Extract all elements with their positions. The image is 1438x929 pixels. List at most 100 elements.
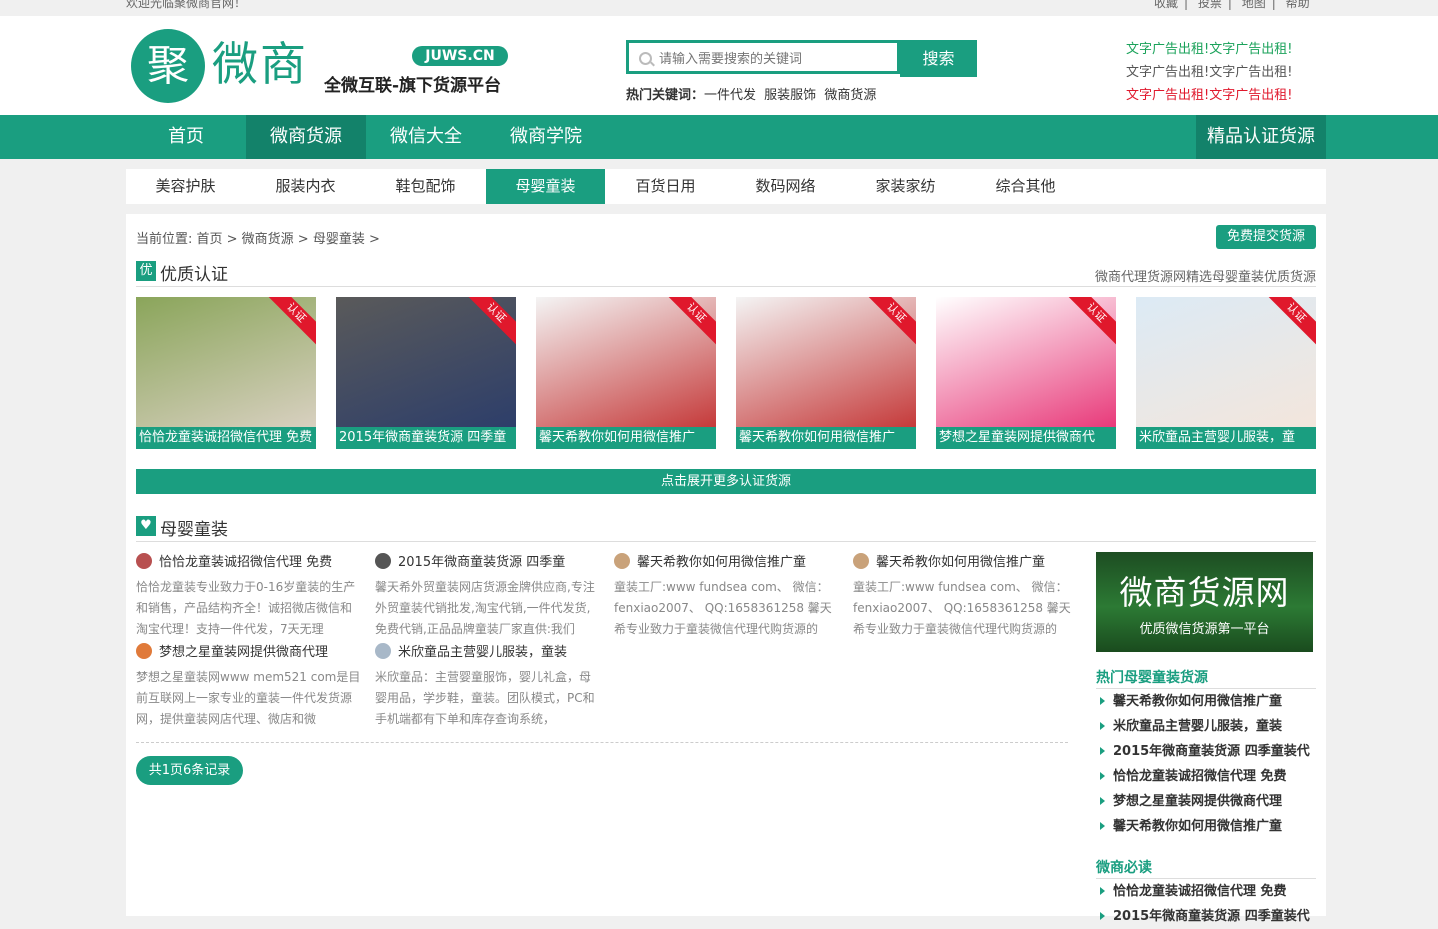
text-ad-3[interactable]: 文字广告出租!文字广告出租! <box>1126 84 1292 103</box>
arrow-right-icon <box>1100 822 1105 830</box>
hot-source-text[interactable]: 2015年微商童装货源 四季童装代 <box>1113 744 1310 759</box>
featured-card[interactable]: 认证 2015年微商童装货源 四季童 <box>336 297 516 449</box>
hot-source-link[interactable]: 馨天希教你如何用微信推广童 <box>1096 814 1316 839</box>
list-item-title-text[interactable]: 米欣童品主营婴儿服装，童装 <box>398 645 567 660</box>
list-item-title[interactable]: 米欣童品主营婴儿服装，童装 <box>375 643 600 663</box>
divider <box>136 541 1316 542</box>
hot-keyword-link[interactable]: 微商货源 <box>824 88 876 103</box>
list-item-title[interactable]: 恰恰龙童装诚招微信代理 免费 <box>136 553 361 573</box>
category-tab[interactable]: 美容护肤 <box>126 169 245 204</box>
list-item-title[interactable]: 2015年微商童装货源 四季童 <box>375 553 600 573</box>
banner-title: 微商货源网 <box>1119 573 1290 612</box>
list-item-title[interactable]: 馨天希教你如何用微信推广童 <box>853 553 1078 573</box>
search-icon <box>639 52 652 65</box>
list-item: 2015年微商童装货源 四季童 馨天希外贸童装网店货源金牌供应商,专注外贸童装代… <box>375 553 600 640</box>
list-item-title[interactable]: 梦想之星童装网提供微商代理 <box>136 643 361 663</box>
must-read-link[interactable]: 2015年微商童装货源 四季童装代 <box>1096 904 1316 929</box>
text-ad-1[interactable]: 文字广告出租!文字广告出租! <box>1126 38 1292 57</box>
nav-item-sources[interactable]: 微商货源 <box>246 115 366 159</box>
content-panel: 当前位置: 首页 > 微商货源 > 母婴童装 > 免费提交货源 优优质认证 微商… <box>126 214 1326 924</box>
category-tab[interactable]: 数码网络 <box>726 169 845 204</box>
hot-source-text[interactable]: 馨天希教你如何用微信推广童 <box>1113 819 1282 834</box>
featured-card[interactable]: 认证 馨天希教你如何用微信推广 <box>736 297 916 449</box>
nav-item-certified[interactable]: 精品认证货源 <box>1196 115 1326 159</box>
list-item-title[interactable]: 馨天希教你如何用微信推广童 <box>614 553 839 573</box>
expand-more-bar[interactable]: 点击展开更多认证货源 <box>136 469 1316 494</box>
logo-circle[interactable]: 聚 <box>131 29 205 103</box>
arrow-right-icon <box>1100 697 1105 705</box>
nav-item-wechat[interactable]: 微信大全 <box>366 115 486 159</box>
must-read-text[interactable]: 2015年微商童装货源 四季童装代 <box>1113 909 1310 924</box>
list-item-desc: 童装工厂:www fundsea com、 微信：fenxiao2007、 QQ… <box>853 580 1071 636</box>
card-caption[interactable]: 米欣童品主营婴儿服装，童 <box>1136 427 1316 449</box>
list-item-desc: 恰恰龙童装专业致力于0-16岁童装的生产和销售，产品结构齐全！诚招微店微信和淘宝… <box>136 580 356 636</box>
sidebar-banner[interactable]: 微商货源网 优质微信货源第一平台 <box>1096 552 1313 652</box>
card-caption[interactable]: 梦想之星童装网提供微商代 <box>936 427 1116 449</box>
top-link-help[interactable]: 帮助 <box>1286 0 1310 10</box>
nav-item-academy[interactable]: 微商学院 <box>486 115 606 159</box>
submit-source-button[interactable]: 免费提交货源 <box>1216 225 1316 249</box>
hot-sources-title: 热门母婴童装货源 <box>1096 670 1208 686</box>
category-section-title: ♥ 母婴童装 <box>136 515 228 540</box>
featured-section-title: 优优质认证 <box>136 260 228 285</box>
featured-card[interactable]: 认证 梦想之星童装网提供微商代 <box>936 297 1116 449</box>
logo-name[interactable]: 微商 <box>212 36 308 92</box>
logo-slogan: 全微互联-旗下货源平台 <box>324 76 502 96</box>
category-tab[interactable]: 鞋包配饰 <box>366 169 485 204</box>
featured-title-text: 优质认证 <box>160 265 228 285</box>
hot-source-link[interactable]: 米欣童品主营婴儿服装，童装 <box>1096 714 1316 739</box>
category-tab[interactable]: 母婴童装 <box>486 169 605 204</box>
list-item-title-text[interactable]: 梦想之星童装网提供微商代理 <box>159 645 328 660</box>
hot-source-link[interactable]: 2015年微商童装货源 四季童装代 <box>1096 739 1316 764</box>
category-tab[interactable]: 综合其他 <box>966 169 1085 204</box>
hot-source-text[interactable]: 馨天希教你如何用微信推广童 <box>1113 694 1282 709</box>
list-item: 米欣童品主营婴儿服装，童装 米欣童品：主营婴童服饰，婴儿礼盒，母婴用品，学步鞋，… <box>375 643 600 730</box>
hot-source-text[interactable]: 米欣童品主营婴儿服装，童装 <box>1113 719 1282 734</box>
must-read-link[interactable]: 恰恰龙童装诚招微信代理 免费 <box>1096 879 1316 904</box>
arrow-right-icon <box>1100 912 1105 920</box>
hot-keyword-link[interactable]: 一件代发 <box>704 88 756 103</box>
featured-card[interactable]: 认证 恰恰龙童装诚招微信代理 免费 <box>136 297 316 449</box>
divider <box>136 286 1316 287</box>
hot-source-link[interactable]: 馨天希教你如何用微信推广童 <box>1096 689 1316 714</box>
hot-source-link[interactable]: 恰恰龙童装诚招微信代理 免费 <box>1096 764 1316 789</box>
must-read-text[interactable]: 恰恰龙童装诚招微信代理 免费 <box>1113 884 1287 899</box>
card-caption[interactable]: 馨天希教你如何用微信推广 <box>736 427 916 449</box>
list-item-desc: 童装工厂:www fundsea com、 微信：fenxiao2007、 QQ… <box>614 580 832 636</box>
hot-source-link[interactable]: 梦想之星童装网提供微商代理 <box>1096 789 1316 814</box>
card-caption[interactable]: 2015年微商童装货源 四季童 <box>336 427 516 449</box>
arrow-right-icon <box>1100 772 1105 780</box>
welcome-text: 欢迎光临聚微商官网！ <box>126 0 247 10</box>
pagination-summary: 共1页6条记录 <box>136 756 243 785</box>
list-item-title-text[interactable]: 恰恰龙童装诚招微信代理 免费 <box>159 555 332 570</box>
top-link-vote[interactable]: 投票 <box>1198 0 1222 10</box>
search-input[interactable] <box>657 47 897 71</box>
card-caption[interactable]: 恰恰龙童装诚招微信代理 免费 <box>136 427 316 449</box>
hot-keyword-link[interactable]: 服装服饰 <box>764 88 816 103</box>
category-tab[interactable]: 服装内衣 <box>246 169 365 204</box>
category-tab[interactable]: 家装家纺 <box>846 169 965 204</box>
featured-card[interactable]: 认证 米欣童品主营婴儿服装，童 <box>1136 297 1316 449</box>
list-item-title-text[interactable]: 馨天希教你如何用微信推广童 <box>637 555 806 570</box>
quality-icon: 优 <box>136 261 156 281</box>
breadcrumb[interactable]: 当前位置: 首页 > 微商货源 > 母婴童装 > <box>136 228 380 247</box>
list-item-title-text[interactable]: 馨天希教你如何用微信推广童 <box>876 555 1045 570</box>
top-links: 收藏 | 投票 | 地图 | 帮助 <box>1148 0 1316 11</box>
hot-source-text[interactable]: 梦想之星童装网提供微商代理 <box>1113 794 1282 809</box>
nav-item-home[interactable]: 首页 <box>126 115 246 159</box>
hot-keywords-label: 热门关键词： <box>626 88 705 103</box>
card-caption[interactable]: 馨天希教你如何用微信推广 <box>536 427 716 449</box>
category-title-text: 母婴童装 <box>160 520 228 540</box>
avatar <box>375 553 391 569</box>
list-item-title-text[interactable]: 2015年微商童装货源 四季童 <box>398 555 565 570</box>
top-link-map[interactable]: 地图 <box>1242 0 1266 10</box>
search-button[interactable]: 搜索 <box>900 40 977 77</box>
featured-description: 微商代理货源网精选母婴童装优质货源 <box>1094 270 1316 285</box>
featured-card[interactable]: 认证 馨天希教你如何用微信推广 <box>536 297 716 449</box>
top-link-favorite[interactable]: 收藏 <box>1154 0 1178 10</box>
hot-source-text[interactable]: 恰恰龙童装诚招微信代理 免费 <box>1113 769 1287 784</box>
text-ad-2[interactable]: 文字广告出租!文字广告出租! <box>1126 61 1292 80</box>
category-tab[interactable]: 百货日用 <box>606 169 725 204</box>
must-read-list: 恰恰龙童装诚招微信代理 免费 2015年微商童装货源 四季童装代 <box>1096 879 1316 929</box>
logo-domain-badge: JUWS.CN <box>412 46 508 66</box>
